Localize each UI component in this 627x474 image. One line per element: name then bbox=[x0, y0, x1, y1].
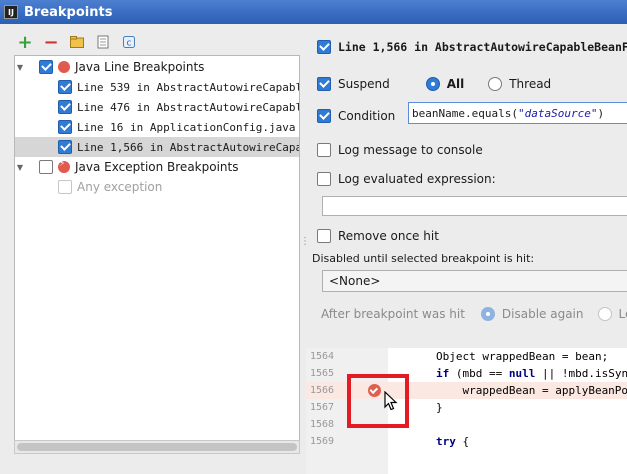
enabled-checkbox[interactable] bbox=[317, 40, 331, 54]
code-segment: (mbd == bbox=[449, 367, 509, 380]
suspend-row: Suspend All Thread bbox=[317, 77, 551, 91]
intellij-app-icon: IJ bbox=[4, 5, 18, 19]
remove-once-checkbox[interactable] bbox=[317, 229, 331, 243]
keyword-null: null bbox=[508, 367, 536, 380]
line-text: try { bbox=[436, 435, 469, 448]
tree-item[interactable]: Line 16 in ApplicationConfig.java bbox=[15, 117, 299, 137]
line-number: 1564 bbox=[310, 351, 335, 362]
disabled-until-select[interactable]: <None> bbox=[322, 270, 627, 292]
log-expression-input[interactable] bbox=[322, 196, 627, 216]
highlight-callout-box bbox=[347, 374, 409, 428]
line-number: 1565 bbox=[310, 368, 335, 379]
code-line: 1564 Object wrappedBean = bean; bbox=[306, 348, 627, 365]
keyword-try: try bbox=[436, 435, 456, 448]
log-expression-checkbox[interactable] bbox=[317, 172, 331, 186]
group-by-class-icon[interactable]: c bbox=[120, 33, 138, 51]
tree-item[interactable]: Line 539 in AbstractAutowireCapableBeanF bbox=[15, 77, 299, 97]
after-hit-row: After breakpoint was hit Disable again L… bbox=[321, 307, 627, 321]
condition-prefix: beanName.equals( bbox=[412, 106, 518, 120]
all-label: All bbox=[446, 77, 465, 91]
code-segment: { bbox=[455, 435, 470, 448]
disabled-until-label: Disabled until selected breakpoint is hi… bbox=[312, 252, 535, 265]
suspend-thread-radio[interactable] bbox=[488, 77, 503, 91]
condition-checkbox[interactable] bbox=[317, 109, 331, 123]
line-text: Object wrappedBean = bean; bbox=[436, 350, 609, 363]
item-checkbox[interactable] bbox=[58, 180, 72, 194]
log-message-label: Log message to console bbox=[338, 143, 483, 157]
condition-label: Condition bbox=[338, 109, 396, 123]
suspend-all-radio[interactable] bbox=[425, 77, 440, 91]
code-segment: || !mbd.isSynth bbox=[541, 367, 627, 380]
log-message-row[interactable]: Log message to console bbox=[317, 143, 483, 157]
code-line: 1569 try { bbox=[306, 433, 627, 450]
disable-again-radio[interactable] bbox=[480, 307, 495, 321]
line-number: 1568 bbox=[310, 419, 335, 430]
tree-group-java-exception[interactable]: ▼ Java Exception Breakpoints bbox=[15, 157, 299, 177]
tree-item[interactable]: Line 476 in AbstractAutowireCapableBeanF bbox=[15, 97, 299, 117]
line-number: 1569 bbox=[310, 436, 335, 447]
condition-string: "dataSource" bbox=[517, 106, 598, 120]
remove-breakpoint-button[interactable]: − bbox=[42, 32, 60, 53]
log-message-checkbox[interactable] bbox=[317, 143, 331, 157]
log-expression-label: Log evaluated expression: bbox=[338, 172, 496, 186]
line-number: 1567 bbox=[310, 402, 335, 413]
title-bar: IJ Breakpoints bbox=[0, 0, 627, 24]
breakpoints-toolbar: + − c bbox=[16, 32, 138, 53]
window-title: Breakpoints bbox=[24, 4, 113, 20]
line-text: } bbox=[436, 401, 443, 414]
remove-once-label: Remove once hit bbox=[338, 229, 439, 243]
leave-radio[interactable] bbox=[597, 307, 612, 321]
remove-once-row[interactable]: Remove once hit bbox=[317, 229, 439, 243]
svg-text:c: c bbox=[127, 39, 132, 49]
log-expression-row[interactable]: Log evaluated expression: bbox=[317, 172, 496, 186]
mouse-cursor-icon bbox=[384, 390, 398, 414]
item-checkbox[interactable] bbox=[58, 120, 72, 134]
group-by-file-icon[interactable] bbox=[94, 33, 112, 51]
group-label: Java Line Breakpoints bbox=[75, 60, 205, 74]
line-text: if (mbd == null || !mbd.isSynth bbox=[436, 367, 627, 380]
condition-suffix: ) bbox=[597, 106, 605, 120]
group-checkbox[interactable] bbox=[39, 160, 53, 174]
line-text: wrappedBean = applyBeanPostP bbox=[436, 384, 627, 397]
thread-label: Thread bbox=[509, 77, 552, 91]
item-checkbox[interactable] bbox=[58, 100, 72, 114]
item-label: Any exception bbox=[77, 180, 163, 194]
collapse-icon[interactable]: ▼ bbox=[15, 63, 25, 72]
scrollbar-thumb[interactable] bbox=[17, 443, 297, 451]
breakpoint-details-panel: Line 1,566 in AbstractAutowireCapableBea… bbox=[306, 24, 627, 474]
tree-horizontal-scrollbar[interactable] bbox=[14, 440, 300, 454]
condition-input[interactable]: beanName.equals("dataSource") bbox=[408, 102, 627, 124]
breakpoint-title: Line 1,566 in AbstractAutowireCapableBea… bbox=[338, 40, 627, 54]
exception-breakpoint-icon bbox=[58, 159, 70, 173]
item-label: Line 539 in AbstractAutowireCapableBeanF bbox=[77, 80, 299, 94]
line-number: 1566 bbox=[310, 385, 335, 396]
group-label: Java Exception Breakpoints bbox=[75, 160, 239, 174]
suspend-checkbox[interactable] bbox=[317, 77, 331, 91]
after-hit-label: After breakpoint was hit bbox=[321, 307, 465, 321]
tree-group-java-line[interactable]: ▼ Java Line Breakpoints bbox=[15, 57, 299, 77]
enabled-row[interactable]: Line 1,566 in AbstractAutowireCapableBea… bbox=[317, 40, 627, 54]
tree-item[interactable]: Any exception bbox=[15, 177, 299, 197]
disable-again-label: Disable again bbox=[501, 307, 584, 321]
condition-row: Condition bbox=[317, 109, 395, 123]
selected-option: <None> bbox=[329, 274, 381, 288]
collapse-icon[interactable]: ▼ bbox=[15, 163, 25, 172]
group-checkbox[interactable] bbox=[39, 60, 53, 74]
line-breakpoint-icon bbox=[58, 61, 70, 73]
item-checkbox[interactable] bbox=[58, 140, 72, 154]
item-label: Line 476 in AbstractAutowireCapableBeanF bbox=[77, 100, 299, 114]
item-checkbox[interactable] bbox=[58, 80, 72, 94]
keyword-if: if bbox=[436, 367, 450, 380]
group-by-package-icon[interactable] bbox=[68, 33, 86, 51]
suspend-label: Suspend bbox=[338, 77, 390, 91]
tree-item-selected[interactable]: Line 1,566 in AbstractAutowireCapableBea… bbox=[15, 137, 299, 157]
item-label: Line 1,566 in AbstractAutowireCapableBea… bbox=[77, 140, 300, 154]
add-breakpoint-button[interactable]: + bbox=[16, 32, 34, 53]
item-label: Line 16 in ApplicationConfig.java bbox=[77, 120, 296, 134]
leave-label: Leave bbox=[618, 307, 627, 321]
breakpoints-tree[interactable]: ▼ Java Line Breakpoints Line 539 in Abst… bbox=[14, 55, 300, 441]
